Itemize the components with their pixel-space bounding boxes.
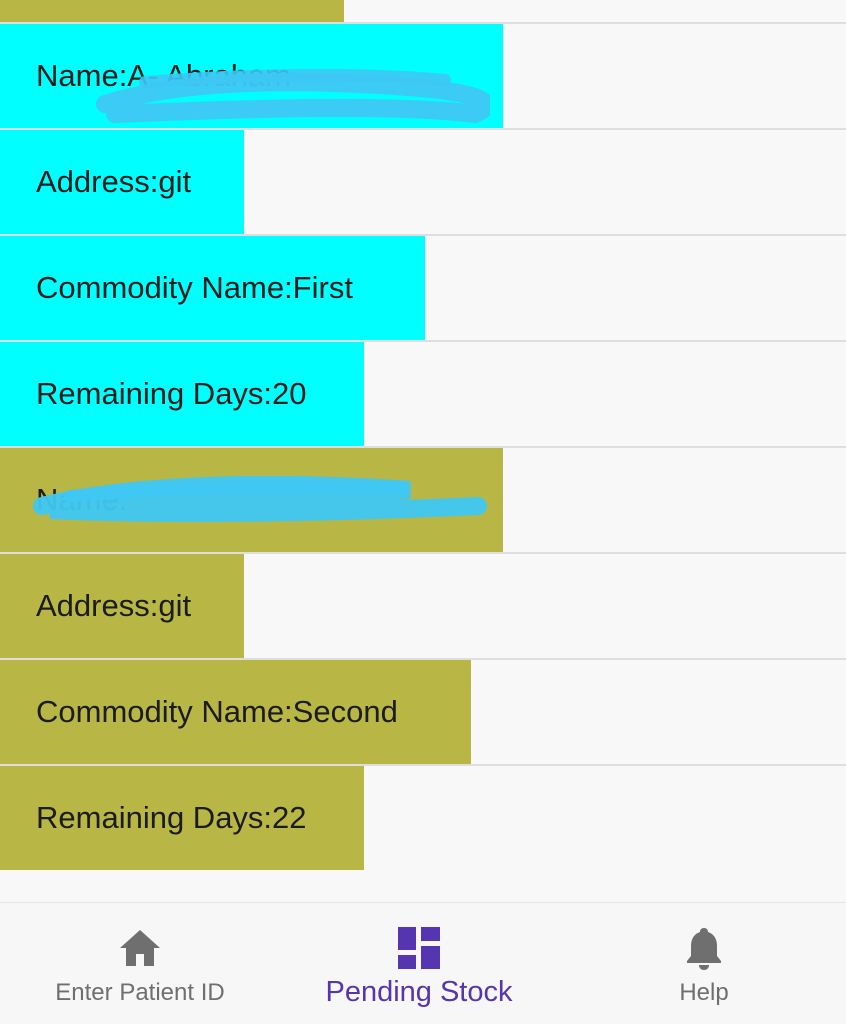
- list-row-remaining-days[interactable]: Remaining Days:20: [0, 342, 846, 448]
- app-screen: Name:A‐ Abraham Address:git Commodity Na…: [0, 0, 846, 1024]
- previous-record-cell: [0, 0, 344, 22]
- record-name-text: Name:A‐ Abraham: [36, 58, 291, 93]
- record-name-text: Name:: [36, 482, 128, 517]
- home-icon: [117, 925, 163, 971]
- list-row-previous: [0, 0, 846, 24]
- record-remaining-cell: Remaining Days:20: [0, 342, 364, 446]
- nav-help[interactable]: Help: [634, 903, 774, 1024]
- nav-pending-stock[interactable]: Pending Stock: [300, 903, 538, 1024]
- record-address-text: Address:git: [36, 164, 192, 199]
- record-name-cell: Name:: [0, 448, 503, 552]
- record-address-text: Address:git: [36, 588, 192, 623]
- nav-label-pending-stock: Pending Stock: [325, 976, 513, 1008]
- record-commodity-text: Commodity Name:First: [36, 270, 353, 305]
- record-commodity-text: Commodity Name:Second: [36, 694, 398, 729]
- list-row-address[interactable]: Address:git: [0, 554, 846, 660]
- list-row-name[interactable]: Name:A‐ Abraham: [0, 24, 846, 130]
- record-name-cell: Name:A‐ Abraham: [0, 24, 503, 128]
- bottom-navigation: Enter Patient ID Pending Stock Help: [0, 902, 846, 1024]
- nav-label-help: Help: [679, 979, 729, 1006]
- record-address-cell: Address:git: [0, 554, 244, 658]
- record-commodity-cell: Commodity Name:Second: [0, 660, 471, 764]
- nav-enter-patient-id[interactable]: Enter Patient ID: [30, 903, 250, 1024]
- list-row-remaining-days[interactable]: Remaining Days:22: [0, 766, 846, 870]
- list-row-commodity[interactable]: Commodity Name:First: [0, 236, 846, 342]
- record-remaining-text: Remaining Days:22: [36, 800, 307, 835]
- nav-label-enter-patient-id: Enter Patient ID: [55, 979, 225, 1006]
- record-address-cell: Address:git: [0, 130, 244, 234]
- record-remaining-text: Remaining Days:20: [36, 376, 307, 411]
- list-row-name[interactable]: Name:: [0, 448, 846, 554]
- list-row-address[interactable]: Address:git: [0, 130, 846, 236]
- bell-icon: [681, 925, 727, 971]
- list-row-commodity[interactable]: Commodity Name:Second: [0, 660, 846, 766]
- dashboard-icon: [396, 925, 442, 971]
- record-remaining-cell: Remaining Days:22: [0, 766, 364, 870]
- record-commodity-cell: Commodity Name:First: [0, 236, 425, 340]
